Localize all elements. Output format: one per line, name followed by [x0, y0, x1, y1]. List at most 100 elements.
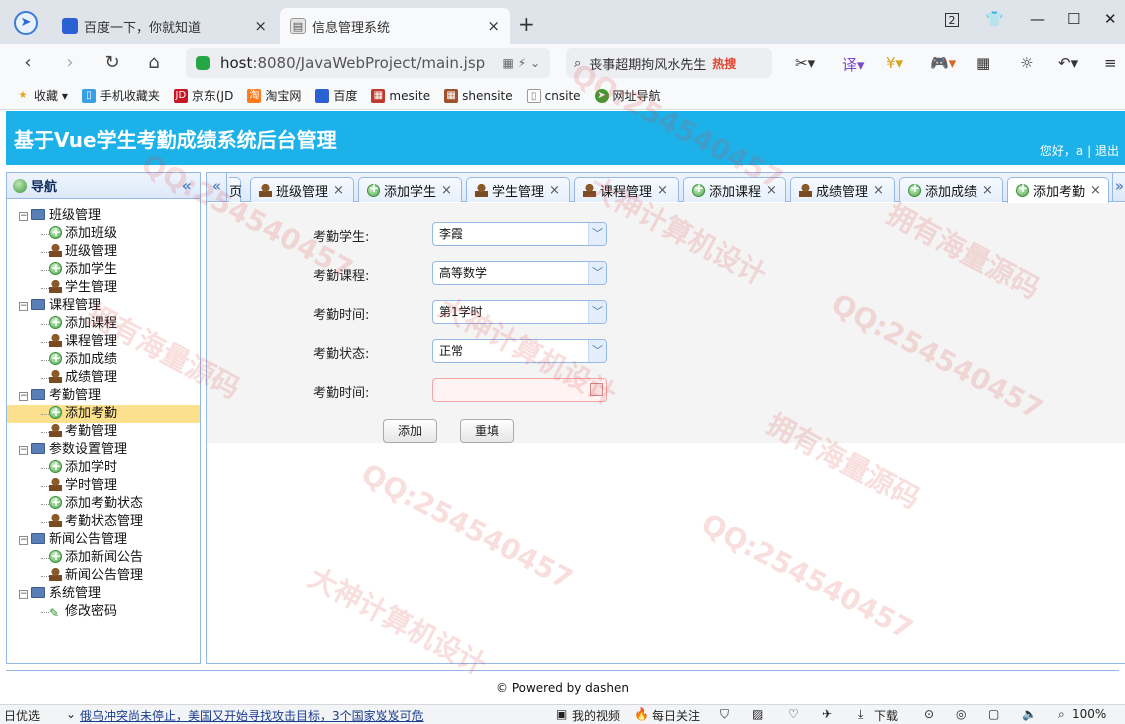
- menu-icon[interactable]: ≡: [1104, 54, 1117, 72]
- close-tab-icon[interactable]: ×: [487, 17, 500, 35]
- browser-tab-baidu[interactable]: 🐾 百度一下，你就知道 ×: [52, 8, 277, 44]
- undo-icon[interactable]: ↶▾: [1058, 54, 1078, 72]
- nav-item[interactable]: 学时管理: [7, 477, 200, 495]
- nav-item[interactable]: 班级管理: [7, 243, 200, 261]
- shirt-icon[interactable]: 👕: [985, 10, 1004, 28]
- image-icon[interactable]: ▨: [752, 707, 763, 721]
- bookmark-nav[interactable]: ➤ 网址导航: [594, 87, 661, 104]
- bookmark-cnsite[interactable]: ▯ cnsite: [526, 88, 581, 103]
- course-select[interactable]: 高等数学 ﹀: [432, 261, 607, 285]
- bookmark-jd[interactable]: JD 京东(JD: [173, 87, 233, 104]
- browser-tab-active[interactable]: ▤ 信息管理系统 ×: [280, 8, 510, 44]
- add-button[interactable]: 添加: [383, 419, 437, 443]
- scissors-icon[interactable]: ✂▾: [795, 54, 815, 72]
- nav-item[interactable]: 新闻公告管理: [7, 567, 200, 585]
- nav-item[interactable]: 添加学时: [7, 457, 200, 477]
- nav-item[interactable]: 添加班级: [7, 223, 200, 243]
- close-tab-icon[interactable]: ×: [254, 17, 267, 35]
- close-tab-icon[interactable]: ×: [441, 183, 452, 198]
- translate-icon[interactable]: 译▾: [842, 54, 865, 75]
- close-tab-icon[interactable]: ×: [549, 183, 560, 198]
- tab[interactable]: 班级管理 ×: [250, 177, 354, 202]
- speaker-icon[interactable]: 🔈: [1022, 707, 1037, 721]
- nav-item[interactable]: 添加学生: [7, 259, 200, 279]
- forward-icon[interactable]: ›: [58, 51, 82, 75]
- close-window-icon[interactable]: ✕: [1104, 10, 1117, 28]
- zoom-level[interactable]: 100%: [1072, 707, 1106, 721]
- tab[interactable]: 成绩管理 ×: [790, 177, 895, 202]
- collapse-nav-icon[interactable]: «: [182, 176, 192, 195]
- url-field[interactable]: host:8080/JavaWebProject/main.jsp ▦ ⚡ ⌄: [186, 48, 550, 78]
- bookmark-shensite[interactable]: ▦ shensite: [444, 88, 513, 103]
- video-icon[interactable]: ▣: [556, 707, 567, 721]
- tab-active[interactable]: 添加考勤 ×: [1007, 177, 1109, 203]
- collapse-node-icon[interactable]: −: [19, 302, 28, 311]
- nav-item[interactable]: 成绩管理: [7, 369, 200, 387]
- close-tab-icon[interactable]: ×: [873, 183, 884, 198]
- date-input[interactable]: [432, 378, 607, 402]
- browser-logo-icon[interactable]: ➤: [14, 11, 38, 35]
- nav-group[interactable]: − 系统管理: [7, 585, 200, 603]
- bookmark-favorites[interactable]: ★ 收藏 ▾: [16, 87, 68, 104]
- tab[interactable]: 课程管理 ×: [574, 177, 679, 202]
- reset-button[interactable]: 重填: [460, 419, 514, 443]
- bookmark-mobile[interactable]: ▯ 手机收藏夹: [81, 87, 160, 104]
- close-tab-icon[interactable]: ×: [766, 183, 777, 198]
- chevron-down-icon[interactable]: ﹀: [588, 262, 606, 284]
- url-tools-icon[interactable]: ▦ ⚡ ⌄: [503, 56, 540, 70]
- minimize-icon[interactable]: —: [1030, 10, 1045, 28]
- home-icon[interactable]: ⌂: [142, 51, 166, 75]
- chevron-down-icon[interactable]: ﹀: [588, 340, 606, 362]
- tab[interactable]: 添加课程 ×: [683, 177, 786, 202]
- window-icon[interactable]: ▢: [988, 707, 999, 721]
- close-tab-icon[interactable]: ×: [1090, 183, 1101, 198]
- student-select[interactable]: 李霞 ﹀: [432, 222, 607, 246]
- nav-item[interactable]: 考勤管理: [7, 423, 200, 441]
- nav-item[interactable]: 添加成绩: [7, 349, 200, 369]
- nav-item[interactable]: 添加课程: [7, 313, 200, 333]
- maximize-icon[interactable]: ☐: [1067, 10, 1080, 28]
- nav-item[interactable]: ✎ 修改密码: [7, 603, 200, 621]
- tab[interactable]: 添加学生 ×: [358, 177, 462, 202]
- new-tab-button[interactable]: +: [518, 12, 535, 36]
- nav-item[interactable]: 添加新闻公告: [7, 547, 200, 567]
- gamepad-icon[interactable]: ⊙: [924, 707, 934, 721]
- back-icon[interactable]: ‹: [16, 51, 40, 75]
- shield-icon[interactable]: ⛉: [720, 707, 729, 722]
- scroll-left-icon[interactable]: «: [207, 173, 227, 201]
- scroll-right-icon[interactable]: »: [1112, 173, 1125, 201]
- brightness-icon[interactable]: ☼: [1020, 54, 1033, 72]
- nav-group[interactable]: − 参数设置管理: [7, 441, 200, 459]
- rocket-icon[interactable]: ✈: [822, 707, 832, 721]
- apps-grid-icon[interactable]: ▦: [976, 54, 990, 72]
- bookmark-taobao[interactable]: 淘淘宝网: [247, 87, 301, 104]
- tab[interactable]: 页: [229, 177, 242, 202]
- collapse-node-icon[interactable]: −: [19, 446, 28, 455]
- chevron-down-icon[interactable]: ﹀: [588, 301, 606, 323]
- collapse-node-icon[interactable]: −: [19, 536, 28, 545]
- close-tab-icon[interactable]: ×: [657, 183, 668, 198]
- search-box[interactable]: ⌕ 丧事超期拘风水先生 热搜: [566, 48, 772, 78]
- status-left[interactable]: 日优选: [4, 707, 40, 724]
- daily-focus-link[interactable]: 每日关注: [652, 707, 700, 724]
- nav-item[interactable]: 学生管理: [7, 279, 200, 297]
- my-video-link[interactable]: 我的视频: [572, 707, 620, 724]
- nav-item[interactable]: 课程管理: [7, 333, 200, 351]
- reload-icon[interactable]: ↻: [100, 51, 124, 75]
- bookmark-mesite[interactable]: ▦ mesite: [371, 88, 430, 103]
- game-icon[interactable]: 🎮▾: [930, 54, 956, 72]
- browser-icon[interactable]: ◎: [956, 707, 966, 721]
- chevron-down-icon[interactable]: ⌄: [66, 707, 76, 721]
- heart-icon[interactable]: ♡: [788, 707, 799, 721]
- tab[interactable]: 学生管理 ×: [466, 177, 570, 202]
- tab[interactable]: 添加成绩 ×: [899, 177, 1003, 202]
- status-select[interactable]: 正常 ﹀: [432, 339, 607, 363]
- download-icon[interactable]: ⤓: [858, 707, 863, 722]
- nav-item[interactable]: 考勤状态管理: [7, 513, 200, 531]
- nav-group[interactable]: − 课程管理: [7, 297, 200, 315]
- bookmark-baidu[interactable]: 🐾 百度: [315, 87, 357, 104]
- collapse-node-icon[interactable]: −: [19, 590, 28, 599]
- tab-count-badge[interactable]: 2: [945, 13, 959, 27]
- nav-item[interactable]: 添加考勤: [7, 403, 200, 423]
- news-ticker[interactable]: 俄乌冲突尚未停止，美国又开始寻找攻击目标，3个国家岌岌可危: [80, 707, 424, 724]
